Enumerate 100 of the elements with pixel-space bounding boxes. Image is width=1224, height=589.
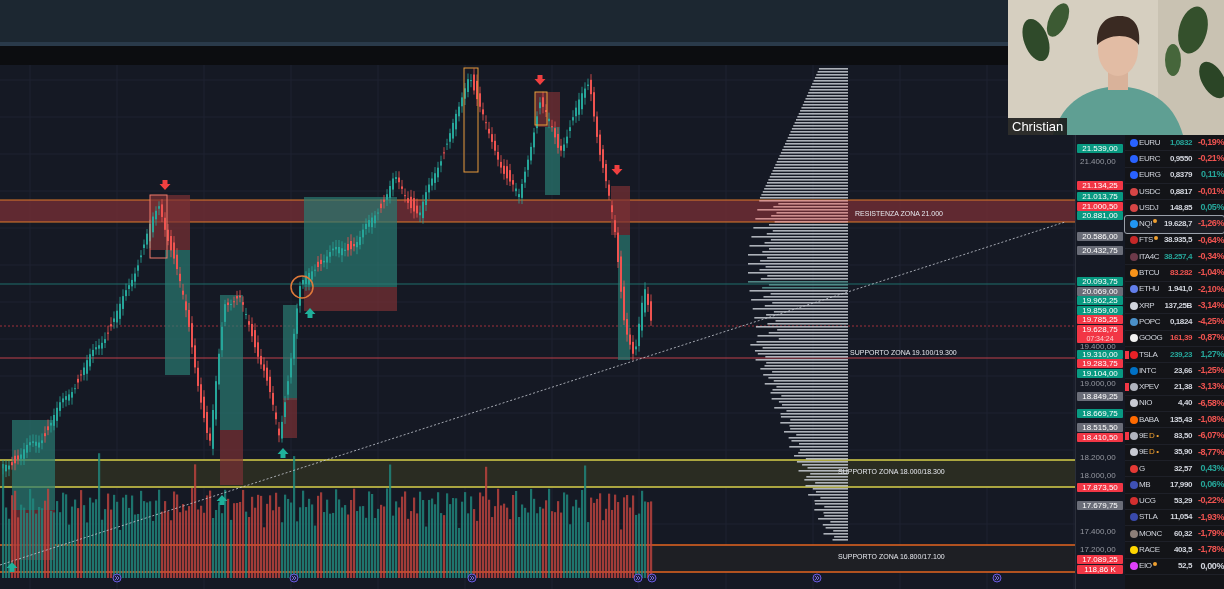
change-percent: 0,11% [1199, 168, 1224, 182]
symbol-suffix: D • [1149, 430, 1159, 442]
watchlist-row[interactable]: G 32,57 0,43% [1125, 460, 1224, 478]
watchlist-row[interactable]: TSLA 239,23 1,27% [1125, 346, 1224, 364]
time-marker-icon[interactable] [289, 573, 299, 583]
price: 52,5 [1178, 560, 1192, 573]
price: 148,85 [1169, 201, 1192, 214]
watchlist-row[interactable]: BTCU 83.282 -1,04% [1125, 265, 1224, 282]
price: 0,8379 [1169, 169, 1192, 182]
symbol-name: EURG [1139, 169, 1161, 182]
watchlist-row[interactable]: EIO 52,5 0,00% [1125, 558, 1224, 575]
up-arrow-icon [216, 495, 228, 505]
symbol-name: POPC [1139, 315, 1161, 328]
price-tag: 17.679,75 [1077, 500, 1123, 510]
price-tick: 18.000,00 [1080, 471, 1116, 480]
price-tag: 19.785,25 [1077, 315, 1123, 325]
watchlist-row[interactable]: INTC 23,66 -1,25% [1125, 363, 1224, 380]
price-tag: 17.089,25 [1077, 555, 1123, 565]
change-percent: -1,04% [1196, 266, 1224, 280]
price: 161,39 [1169, 332, 1192, 345]
symbol-name: USDC [1139, 185, 1161, 198]
price-tag: 21.013,75 [1077, 192, 1123, 202]
price: 53,29 [1173, 495, 1192, 508]
watchlist-row[interactable]: GOOG 161,39 -0,87% [1125, 330, 1224, 347]
watchlist-row[interactable]: 9ED • 83,50 -6,07% [1125, 428, 1224, 445]
price: 21,38 [1173, 381, 1192, 394]
change-percent: -2,10% [1196, 282, 1224, 296]
time-marker-icon[interactable] [992, 573, 1002, 583]
price-tick: 19.400,00 [1080, 341, 1116, 351]
change-percent: -4,25% [1196, 315, 1224, 329]
price-tag: 21.134,25 [1077, 181, 1123, 191]
change-percent: -0,01% [1196, 184, 1224, 198]
watchlist-row[interactable]: EURC 0,9550 -0,21% [1125, 151, 1224, 168]
watchlist-row[interactable]: EURG 0,8379 0,11% [1125, 167, 1224, 184]
time-marker-icon[interactable] [467, 573, 477, 583]
time-marker-icon[interactable] [812, 573, 822, 583]
change-percent: -0,19% [1196, 135, 1224, 149]
price-tag: 21.000,50 [1077, 201, 1123, 211]
watchlist-row[interactable]: BABA 135,43 -1,08% [1125, 412, 1224, 429]
price-tag: 20.432,75 [1077, 245, 1123, 255]
watchlist-row[interactable]: POPC 0,1824 -4,25% [1125, 314, 1224, 331]
change-percent: -0,22% [1196, 494, 1224, 508]
watchlist-row[interactable]: USDC 0,8817 -0,01% [1125, 183, 1224, 201]
time-marker-icon[interactable] [647, 573, 657, 583]
symbol-name: NQ! [1139, 218, 1153, 231]
price: 0,8817 [1169, 185, 1192, 198]
up-arrow-icon [6, 562, 18, 572]
change-percent: -0,34% [1196, 249, 1224, 263]
symbol-name: STLA [1139, 511, 1158, 524]
price-tag: 19.283,75 [1077, 359, 1123, 369]
watchlist-row[interactable]: UCG 53,29 -0,22% [1125, 493, 1224, 510]
price: 83.282 [1169, 267, 1192, 279]
price: 35,90 [1173, 446, 1192, 459]
watchlist-row[interactable]: MONC 60,32 -1,79% [1125, 526, 1224, 543]
price-tick: 17.400,00 [1080, 526, 1116, 536]
change-percent: 1,27% [1199, 347, 1224, 361]
watchlist-row[interactable]: ITA4C 38.257,4 -0,34% [1125, 249, 1224, 266]
symbol-name: EURU [1139, 136, 1161, 149]
watchlist-row[interactable]: XPEV 21,38 -3,13% [1125, 379, 1224, 396]
change-percent: -1,79% [1196, 527, 1224, 540]
watchlist-row[interactable]: NQ! 19.628,7 -1,26% [1125, 216, 1224, 233]
price: 11,054 [1170, 511, 1192, 524]
change-percent: 0,05% [1199, 201, 1224, 215]
price-tag: 19.310,00 [1077, 349, 1123, 359]
change-percent: 0,43% [1199, 461, 1224, 475]
price: 38.935,5 [1164, 234, 1192, 247]
change-percent: -0,64% [1196, 233, 1224, 247]
symbol-name: USDJ [1139, 201, 1159, 214]
symbol-name: 9E [1139, 446, 1148, 459]
symbol-name: MB [1139, 478, 1151, 491]
price: 4,40 [1178, 397, 1192, 410]
price-tag: 118,86 K [1077, 565, 1123, 575]
price: 23,66 [1173, 364, 1192, 377]
change-percent: -6,58% [1196, 396, 1224, 410]
symbol-suffix: D • [1149, 446, 1159, 459]
price-tag: 19.962,25 [1077, 296, 1123, 306]
price-tag: 20.586,00 [1077, 231, 1123, 241]
time-marker-icon[interactable] [112, 573, 122, 583]
price: 19.628,7 [1164, 218, 1192, 231]
watchlist-row[interactable]: XRP 137,25B -3,14% [1125, 297, 1224, 315]
watchlist-row[interactable]: RACE 403,5 -1,78% [1125, 542, 1224, 559]
price-tick: 21.400,00 [1080, 156, 1116, 166]
price: 1,0832 [1169, 136, 1192, 149]
price: 0,1824 [1169, 315, 1192, 328]
symbol-name: ETHU [1139, 283, 1160, 296]
watchlist-row[interactable]: NIO 4,40 -6,58% [1125, 395, 1224, 413]
watchlist-row[interactable]: STLA 11,054 -1,93% [1125, 509, 1224, 527]
symbol-name: XRP [1139, 299, 1155, 312]
watchlist-row[interactable]: FTS 38.935,5 -0,64% [1125, 232, 1224, 250]
price-tag: 19.859,00 [1077, 305, 1123, 315]
change-percent: -0,87% [1196, 331, 1224, 345]
down-arrow-icon [159, 180, 171, 190]
symbol-name: RACE [1139, 544, 1160, 557]
watchlist-row[interactable]: MB 17,990 0,06% [1125, 477, 1224, 494]
time-marker-icon[interactable] [633, 573, 643, 583]
price-tag: 21.539,00 [1077, 143, 1123, 153]
watchlist-row[interactable]: 9ED • 35,90 -8,77% [1125, 444, 1224, 461]
price-tag: 18.410,50 [1077, 433, 1123, 442]
watchlist-row[interactable]: ETHU 1.941,0 -2,10% [1125, 281, 1224, 298]
price-tick: 17.200,00 [1080, 545, 1116, 554]
